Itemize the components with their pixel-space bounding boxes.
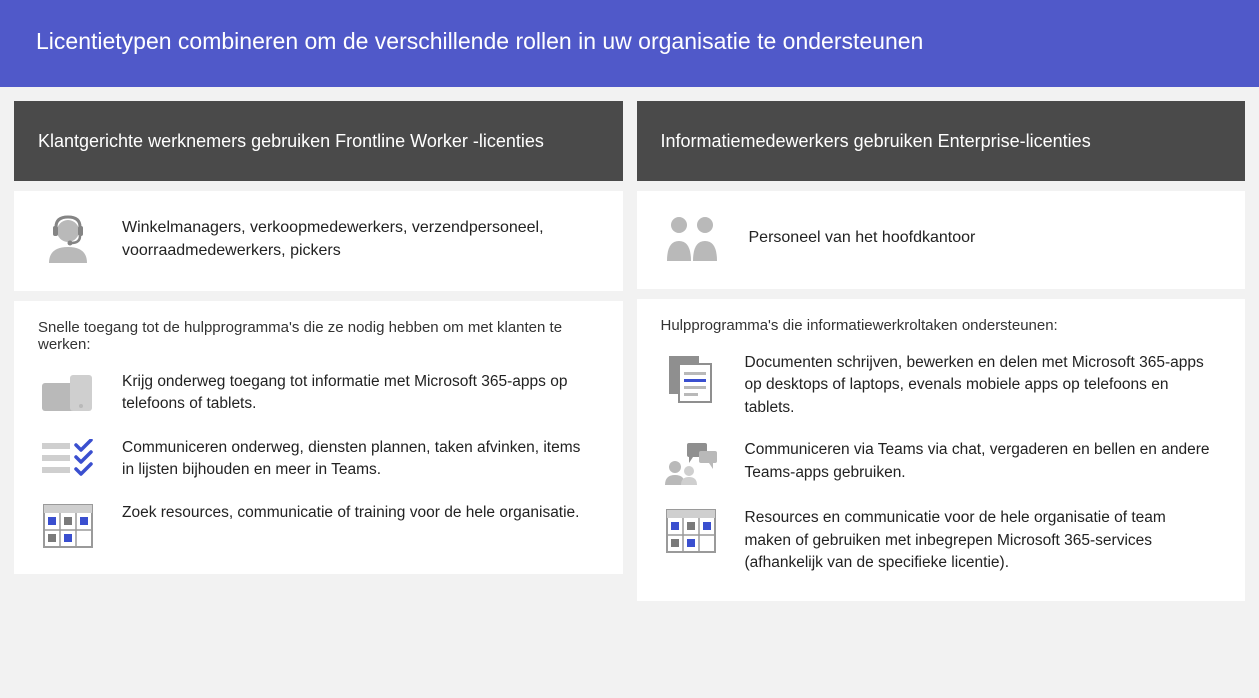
page-banner: Licentietypen combineren om de verschill…: [0, 0, 1259, 87]
column-header-frontline: Klantgerichte werknemers gebruiken Front…: [14, 101, 623, 181]
columns-container: Klantgerichte werknemers gebruiken Front…: [0, 87, 1259, 615]
column-header-text: Klantgerichte werknemers gebruiken Front…: [38, 129, 544, 153]
list-item: Communiceren onderweg, diensten plannen,…: [38, 437, 599, 482]
resource-grid-icon: [38, 502, 98, 548]
resource-grid-icon: [661, 507, 721, 553]
chat-people-icon: [661, 439, 721, 487]
devices-icon: [38, 371, 98, 417]
tools-intro: Hulpprogramma's die informatiewerkroltak…: [661, 317, 1222, 334]
item-text: Communiceren via Teams via chat, vergade…: [745, 439, 1222, 484]
list-item: Zoek resources, communicatie of training…: [38, 502, 599, 548]
documents-icon: [661, 352, 721, 404]
tools-panel-frontline: Snelle toegang tot de hulpprogramma's di…: [14, 301, 623, 574]
persona-text: Winkelmanagers, verkoopmedewerkers, verz…: [122, 216, 599, 262]
list-item: Communiceren via Teams via chat, vergade…: [661, 439, 1222, 487]
checklist-icon: [38, 437, 98, 479]
item-text: Communiceren onderweg, diensten plannen,…: [122, 437, 599, 482]
column-header-text: Informatiemedewerkers gebruiken Enterpri…: [661, 129, 1091, 153]
persona-panel-enterprise: Personeel van het hoofdkantoor: [637, 191, 1246, 289]
banner-title: Licentietypen combineren om de verschill…: [36, 28, 923, 54]
item-text: Resources en communicatie voor de hele o…: [745, 507, 1222, 574]
item-text: Documenten schrijven, bewerken en delen …: [745, 352, 1222, 419]
item-text: Krijg onderweg toegang tot informatie me…: [122, 371, 599, 416]
list-item: Resources en communicatie voor de hele o…: [661, 507, 1222, 574]
headset-person-icon: [38, 209, 98, 269]
column-frontline: Klantgerichte werknemers gebruiken Front…: [14, 101, 623, 601]
column-header-enterprise: Informatiemedewerkers gebruiken Enterpri…: [637, 101, 1246, 181]
persona-panel-frontline: Winkelmanagers, verkoopmedewerkers, verz…: [14, 191, 623, 291]
tools-panel-enterprise: Hulpprogramma's die informatiewerkroltak…: [637, 299, 1246, 601]
people-icon: [661, 209, 725, 267]
persona-text: Personeel van het hoofdkantoor: [749, 226, 1222, 249]
list-item: Documenten schrijven, bewerken en delen …: [661, 352, 1222, 419]
list-item: Krijg onderweg toegang tot informatie me…: [38, 371, 599, 417]
tools-intro: Snelle toegang tot de hulpprogramma's di…: [38, 319, 599, 353]
column-enterprise: Informatiemedewerkers gebruiken Enterpri…: [637, 101, 1246, 601]
persona-row: Winkelmanagers, verkoopmedewerkers, verz…: [38, 209, 599, 269]
persona-row: Personeel van het hoofdkantoor: [661, 209, 1222, 267]
item-text: Zoek resources, communicatie of training…: [122, 502, 599, 524]
